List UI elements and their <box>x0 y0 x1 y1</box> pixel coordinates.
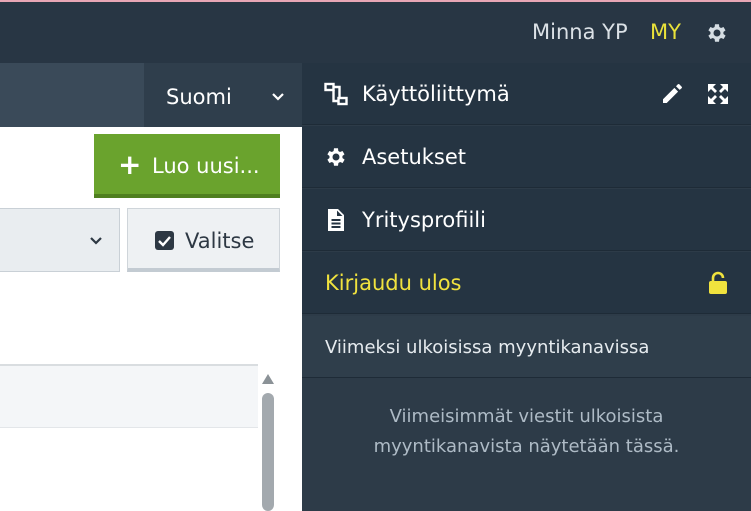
select-button-label[interactable]: Valitse <box>185 229 254 253</box>
menu-item-label[interactable]: Käyttöliittymä <box>362 82 510 106</box>
plus-icon[interactable]: + <box>118 151 141 179</box>
document-icon <box>328 209 344 231</box>
unlock-icon <box>709 271 727 294</box>
empty-message-line: Viimeisimmät viestit ulkoisista <box>389 406 664 427</box>
chevron-down-icon[interactable] <box>270 88 286 104</box>
menu-item-label[interactable]: Yritysprofiili <box>362 208 486 232</box>
gear-icon[interactable] <box>705 21 729 45</box>
user-name[interactable]: Minna YP <box>532 20 628 44</box>
language-label[interactable]: Suomi <box>166 85 232 109</box>
table-row[interactable] <box>0 366 258 428</box>
user-initials[interactable]: MY <box>650 20 681 44</box>
scrollbar-thumb[interactable] <box>262 393 274 511</box>
menu-item-label[interactable]: Asetukset <box>362 145 466 169</box>
external-channels-title: Viimeksi ulkoisissa myyntikanavissa <box>325 337 650 358</box>
expand-icon[interactable] <box>706 82 730 106</box>
edit-icon[interactable] <box>660 82 684 106</box>
external-channels-empty-message: Viimeisimmät viestit ulkoisista myyntika… <box>302 402 751 462</box>
chevron-down-icon[interactable] <box>88 232 104 248</box>
logout-label[interactable]: Kirjaudu ulos <box>325 271 462 295</box>
checkbox-icon[interactable] <box>154 230 175 251</box>
interface-icon <box>324 82 348 106</box>
create-new-label[interactable]: Luo uusi... <box>152 154 260 178</box>
scroll-up-arrow-icon[interactable] <box>261 373 275 385</box>
table-divider <box>0 427 258 428</box>
gear-icon <box>327 148 345 166</box>
top-bar <box>0 2 751 63</box>
empty-message-line: myyntikanavista näytetään tässä. <box>373 436 680 457</box>
